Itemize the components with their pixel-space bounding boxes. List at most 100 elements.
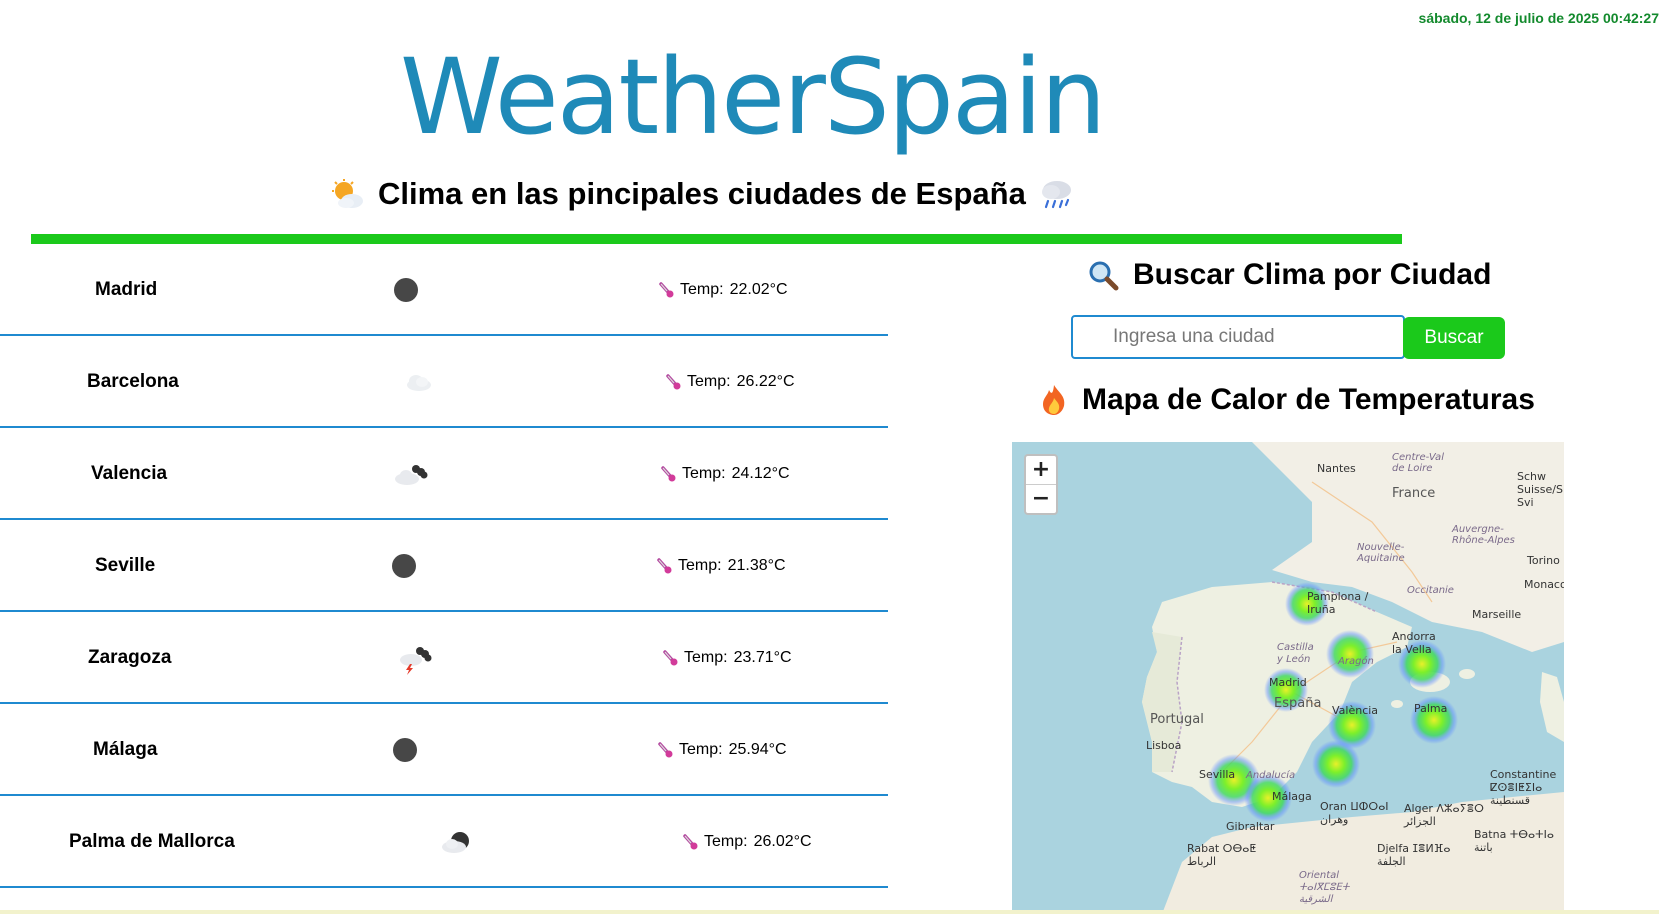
site-title: WeatherSpain: [400, 36, 1106, 158]
thermometer-icon: [683, 834, 698, 850]
thermometer-icon: [663, 650, 678, 666]
thermometer-icon: [658, 742, 673, 758]
zoom-in-button[interactable]: +: [1026, 456, 1056, 485]
clear-night-icon: [392, 276, 422, 304]
temp-prefix: Temp:: [687, 373, 731, 390]
map-label: Constantine ⵇⵙⴻⵏⵟⵉⵏⴰ قسنطينة: [1490, 768, 1557, 807]
few-clouds-icon: [402, 368, 432, 396]
zoom-out-button[interactable]: −: [1026, 485, 1056, 513]
magnifier-icon: [1089, 261, 1119, 291]
heat-spot-murcia: [1312, 740, 1360, 788]
sun-behind-cloud-icon: [332, 179, 363, 208]
thermometer-icon: [666, 374, 681, 390]
page-subtitle: Clima en las pincipales ciudades de Espa…: [330, 176, 1074, 212]
map-label: Marseille: [1472, 608, 1522, 621]
clear-night-icon: [391, 736, 421, 764]
map-label: Gibraltar: [1226, 820, 1275, 833]
temp-value: 26.02°C: [753, 833, 812, 850]
map-label: Palma: [1414, 702, 1448, 715]
city-row: Madrid Temp: 22.02°C: [0, 244, 888, 336]
map-label: España: [1274, 696, 1322, 711]
temperature-heatmap[interactable]: + − Nantes Centre-Val de Loire France Sc…: [1012, 442, 1564, 914]
fire-icon: [1043, 385, 1065, 415]
map-label: Torino: [1527, 554, 1560, 567]
broken-clouds-icon: [393, 460, 428, 488]
city-row: Seville Temp: 21.38°C: [0, 520, 888, 612]
datetime: sábado, 12 de julio de 2025 00:42:27: [1418, 10, 1659, 26]
heat-spot-zaragoza: [1326, 630, 1374, 678]
map-label: Rabat ⵔⴱⴰⵟ الرباط: [1187, 842, 1257, 868]
city-weather-list: Madrid Temp: 22.02°C Barcelona Temp: 26.22°C V…: [0, 244, 888, 888]
temperature: Temp: 24.12°C: [660, 465, 790, 483]
search-button[interactable]: Buscar: [1403, 317, 1505, 359]
city-name: Barcelona: [87, 371, 179, 392]
temp-value: 21.38°C: [727, 557, 786, 574]
city-search-input[interactable]: [1071, 315, 1405, 359]
city-name: Madrid: [95, 279, 158, 300]
search-section-title: Buscar Clima por Ciudad: [1087, 258, 1491, 292]
temperature: Temp: 26.02°C: [682, 833, 812, 851]
city-row: Barcelona Temp: 26.22°C: [0, 336, 888, 428]
temp-prefix: Temp:: [679, 741, 723, 758]
thermometer-icon: [659, 282, 674, 298]
clear-night-icon: [390, 552, 420, 580]
map-label: Nouvelle- Aquitaine: [1357, 542, 1405, 564]
page-subtitle-text: Clima en las pincipales ciudades de Espa…: [378, 176, 1026, 211]
map-label: Castilla y León: [1277, 642, 1314, 665]
temperature: Temp: 26.22°C: [665, 373, 795, 391]
temp-value: 22.02°C: [729, 281, 788, 298]
thunderstorm-icon: [397, 644, 432, 675]
temp-prefix: Temp:: [680, 281, 724, 298]
thermometer-icon: [661, 466, 676, 482]
temperature: Temp: 22.02°C: [658, 281, 788, 299]
temperature: Temp: 25.94°C: [657, 741, 787, 759]
map-label: Andalucía: [1246, 770, 1296, 781]
city-row: Zaragoza Temp: 23.71°C: [0, 612, 888, 704]
city-row: Valencia Temp: 24.12°C: [0, 428, 888, 520]
map-label: Oriental ⵜⴰⵏⴳⵎⵓⴹⵜ الشرقية: [1299, 870, 1350, 905]
map-label: Pamplona / Iruña: [1307, 590, 1369, 616]
city-name: Seville: [95, 555, 156, 576]
city-name: Zaragoza: [88, 647, 172, 668]
map-label: Aragón: [1338, 656, 1374, 667]
map-label: Schw Suisse/S Svi: [1517, 470, 1563, 509]
map-label: Lisboa: [1146, 739, 1182, 752]
map-label: Málaga: [1272, 790, 1312, 803]
city-row: Palma de Mallorca Temp: 26.02°C: [0, 796, 888, 888]
map-label: Sevilla: [1199, 768, 1236, 781]
map-label: València: [1332, 704, 1379, 717]
cloud-with-rain-icon: [1041, 181, 1071, 209]
temp-value: 23.71°C: [733, 649, 792, 666]
map-label: Alger ⴷⵣⴰⵢⴻⵔ الجزائر: [1404, 802, 1484, 828]
temp-value: 25.94°C: [728, 741, 787, 758]
thermometer-icon: [657, 558, 672, 574]
search-title-text: Buscar Clima por Ciudad: [1133, 258, 1492, 291]
map-label: Centre-Val de Loire: [1392, 452, 1444, 474]
map-label: Occitanie: [1407, 585, 1454, 596]
map-zoom-control: + −: [1024, 454, 1058, 515]
map-label: Oran ⵡⵀⵔⴰⵏ وهران: [1320, 800, 1389, 826]
map-label: Madrid: [1269, 676, 1307, 689]
map-label: France: [1392, 486, 1436, 501]
night-clouds-icon: [440, 828, 470, 856]
temperature: Temp: 23.71°C: [662, 649, 792, 667]
city-name: Palma de Mallorca: [69, 831, 235, 852]
map-label: Batna ⵜⴱⴰⵜⵏⴰ باتنة: [1474, 828, 1554, 854]
city-name: Málaga: [93, 739, 158, 760]
heatmap-title: Mapa de Calor de Temperaturas: [1040, 383, 1535, 417]
map-label: Andorra la Vella: [1392, 630, 1436, 656]
section-divider-bar: [31, 234, 1402, 244]
heatmap-title-text: Mapa de Calor de Temperaturas: [1082, 383, 1535, 416]
city-name: Valencia: [91, 463, 168, 484]
temp-value: 24.12°C: [731, 465, 790, 482]
map-label: Auvergne- Rhône-Alpes: [1452, 524, 1515, 546]
map-label: Nantes: [1317, 462, 1356, 475]
temperature: Temp: 21.38°C: [656, 557, 786, 575]
map-label: Monaco: [1524, 578, 1564, 591]
map-label: Djelfa ⵊⴻⵍⴼⴰ الجلفة: [1377, 842, 1451, 868]
temp-value: 26.22°C: [736, 373, 795, 390]
temp-prefix: Temp:: [684, 649, 728, 666]
city-row: Málaga Temp: 25.94°C: [0, 704, 888, 796]
temp-prefix: Temp:: [682, 465, 726, 482]
map-label: Portugal: [1150, 712, 1204, 727]
